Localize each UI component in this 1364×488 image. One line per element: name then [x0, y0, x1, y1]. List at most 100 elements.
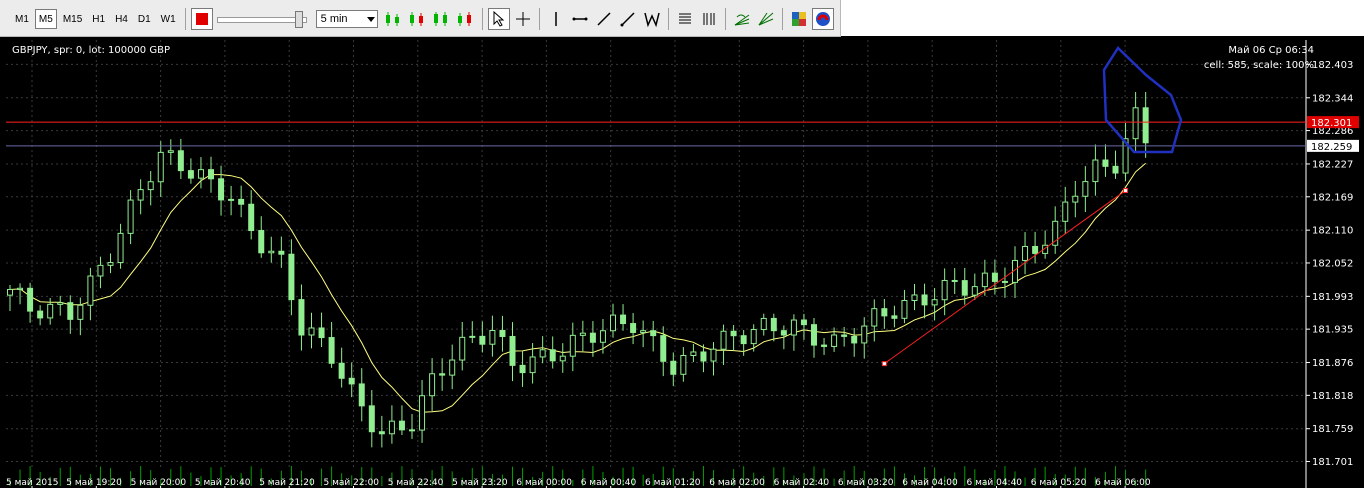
- candle-body: [17, 287, 24, 290]
- candle-body: [117, 232, 124, 264]
- candle-body: [861, 325, 868, 344]
- timeframe-h1-button[interactable]: H1: [88, 9, 109, 29]
- candle-body: [529, 356, 536, 374]
- magnet-button[interactable]: [811, 8, 834, 30]
- timeframe-m5-button[interactable]: M5: [34, 9, 57, 29]
- cursor-tool-button[interactable]: [487, 8, 510, 30]
- red-price-label: 182.301: [1311, 118, 1352, 129]
- time-tick-label: 5 май 23:20: [452, 478, 508, 488]
- horizontal-line-tool-button[interactable]: [569, 8, 591, 30]
- ray-tool-button[interactable]: [617, 8, 639, 30]
- timeframe-m1-button[interactable]: M1: [11, 9, 33, 29]
- candle-body: [197, 169, 204, 179]
- time-tick-label: 6 май 02:00: [709, 478, 765, 488]
- speed-slider[interactable]: [216, 11, 309, 28]
- candle-body: [589, 332, 596, 343]
- time-tick-label: 5 май 20:00: [131, 478, 187, 488]
- candle-body: [187, 170, 194, 179]
- crosshair-icon: [515, 12, 530, 26]
- fibonacci-tool-button[interactable]: [674, 8, 696, 30]
- candle-body: [770, 317, 777, 332]
- candle-body: [831, 334, 838, 347]
- candle-body: [398, 420, 405, 431]
- candle-body: [258, 230, 265, 254]
- plot-background: [6, 40, 1306, 488]
- fibo-fan-icon: [734, 14, 749, 26]
- candle-body: [167, 150, 174, 153]
- candle-body: [338, 362, 345, 379]
- candle-body: [268, 250, 275, 254]
- candle-body: [77, 304, 84, 320]
- timeframe-w1-button[interactable]: W1: [157, 9, 180, 29]
- time-tick-label: 5 май 22:00: [324, 478, 380, 488]
- close-order-button[interactable]: [431, 8, 453, 30]
- candle-body: [1022, 245, 1029, 261]
- crosshair-tool-button[interactable]: [512, 8, 534, 30]
- candle-body: [67, 302, 74, 320]
- time-zones-tool-button[interactable]: [698, 8, 720, 30]
- vertical-line-tool-button[interactable]: [545, 8, 567, 30]
- candle-body: [7, 288, 13, 296]
- sell-button[interactable]: [407, 8, 429, 30]
- candle-body: [851, 335, 858, 344]
- chevron-down-icon: [366, 16, 375, 22]
- price-chart[interactable]: 182.403182.344182.286182.227182.169182.1…: [6, 40, 1364, 488]
- candle-body: [429, 373, 436, 397]
- candle-body: [368, 405, 375, 433]
- candle-body: [599, 330, 606, 343]
- candle-body: [439, 373, 446, 376]
- trendline-tool-button[interactable]: [593, 8, 615, 30]
- price-tick-label: 181.759: [1312, 424, 1353, 435]
- candle-body: [318, 327, 325, 339]
- candle-body: [1072, 195, 1079, 203]
- candle-body: [811, 324, 817, 346]
- price-tick-label: 182.227: [1312, 159, 1353, 170]
- candle-body: [670, 360, 677, 375]
- fibo-arcs-tool-button[interactable]: [755, 8, 777, 30]
- time-tick-label: 6 май 02:40: [774, 478, 830, 488]
- speed-slider-thumb[interactable]: [294, 11, 303, 28]
- candle-body: [891, 315, 898, 319]
- templates-button[interactable]: [788, 8, 810, 30]
- candle-body: [740, 335, 747, 345]
- fibo-fan-tool-button[interactable]: [731, 8, 753, 30]
- timeframe-m15-button[interactable]: M15: [59, 9, 86, 29]
- candle-body: [509, 335, 516, 366]
- modify-order-button[interactable]: [455, 8, 477, 30]
- candle-body: [97, 264, 104, 277]
- candle-body: [1052, 220, 1059, 246]
- time-tick-label: 6 май 01:20: [645, 478, 701, 488]
- candle-body: [449, 359, 456, 376]
- chart-window[interactable]: 182.403 182.344 182.286 182.227 182.169 182.1…: [6, 40, 1364, 488]
- candle-body: [720, 330, 727, 350]
- price-tick-label: 182.110: [1312, 226, 1353, 237]
- candle-body: [388, 420, 395, 435]
- toolbar-empty-area: [841, 0, 1364, 36]
- candle-body: [499, 329, 506, 337]
- candle-body: [459, 336, 466, 361]
- speed-select[interactable]: 5 min: [315, 10, 378, 28]
- candle-body: [991, 272, 998, 282]
- toolbar-row: M1 M5 M15 H1 H4 D1 W1 5 min: [0, 7, 835, 31]
- time-tick-label: 5 май 20:40: [195, 478, 251, 488]
- candles-modify-icon: [457, 12, 471, 26]
- candle-body: [800, 319, 807, 326]
- candle-body: [409, 429, 415, 432]
- timeframe-d1-button[interactable]: D1: [134, 9, 155, 29]
- candle-body: [610, 314, 616, 332]
- candle-body: [37, 310, 44, 319]
- time-tick-label: 6 май 06:00: [1095, 478, 1151, 488]
- candle-body: [107, 262, 114, 266]
- candle-body: [57, 302, 64, 305]
- stop-button[interactable]: [190, 8, 213, 30]
- trendline-handle: [1123, 188, 1129, 194]
- time-tick-label: 6 май 03:20: [838, 478, 894, 488]
- time-tick-label: 5 май 21:20: [259, 478, 315, 488]
- buy-button[interactable]: [383, 8, 405, 30]
- timeframe-h4-button[interactable]: H4: [111, 9, 132, 29]
- candle-body: [348, 377, 355, 385]
- price-tick-label: 182.052: [1312, 258, 1353, 269]
- wave-tool-button[interactable]: [641, 8, 663, 30]
- candle-body: [931, 299, 938, 306]
- candle-body: [790, 319, 797, 336]
